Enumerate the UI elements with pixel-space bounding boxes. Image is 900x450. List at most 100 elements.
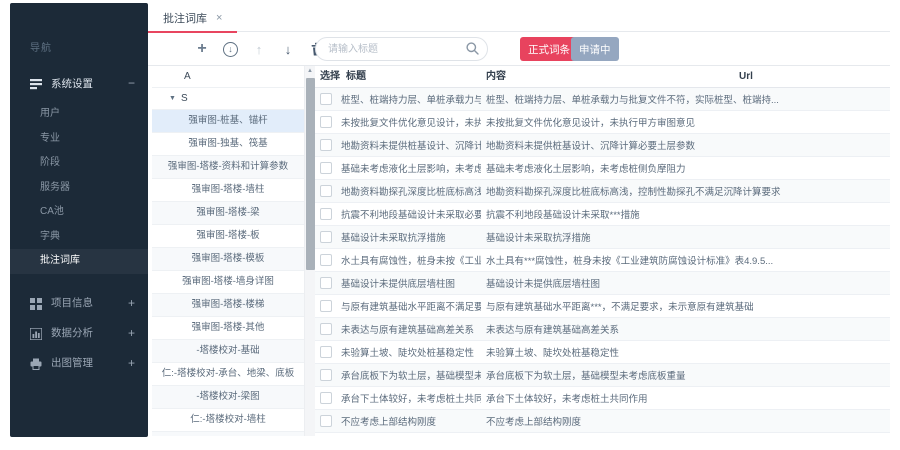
sidebar-subitem[interactable]: 专业 (10, 127, 148, 152)
sidebar-subitem[interactable]: 用户 (10, 102, 148, 127)
list-item[interactable]: 强审图-塔楼-楼梯 (152, 294, 304, 317)
table-row: 地勘资料勘探孔深度比桩底标高浅... 地勘资料勘探孔深度比桩底标高浅，控制性勘探… (315, 180, 890, 203)
column-header-title: 标题 (346, 66, 366, 88)
cell-content: 承台下土体较好，未考虑桩土共同作用 (481, 391, 830, 405)
scroll-up-icon[interactable]: ▲ (305, 66, 315, 77)
cell-title: 未按批复文件优化意见设计，未执... (341, 115, 481, 129)
list-item[interactable]: 强审图-塔楼-其他 (152, 317, 304, 340)
cell-title: 未表达与原有建筑基础高差关系 (341, 322, 481, 336)
list-item[interactable]: -塔楼校对-梁图 (152, 386, 304, 409)
cell-content: 桩型、桩端持力层、单桩承载力与批复文件不符，实际桩型、桩端持... (481, 92, 830, 106)
table-row: 承台下土体较好，未考虑桩土共同... 承台下土体较好，未考虑桩土共同作用 (315, 387, 890, 410)
download-icon[interactable]: ↓ (223, 42, 238, 57)
search-input[interactable] (315, 37, 488, 61)
row-checkbox[interactable] (320, 139, 332, 151)
sidebar-subitem[interactable]: 服务器 (10, 176, 148, 201)
cell-title: 基础设计未采取抗浮措施 (341, 230, 481, 244)
row-checkbox[interactable] (320, 300, 332, 312)
group-expanded-icon: ▼ (169, 88, 176, 110)
main-content: 批注词库 × + ↓ ↑ ↓ 正式词条 申请中 (148, 3, 890, 437)
list-item[interactable]: 仁:-塔楼校对-墙柱 (152, 409, 304, 432)
list-item[interactable]: 仁:-塔楼校对-承台、地梁、底板 (152, 363, 304, 386)
app-window: 导航 系统设置 − 用户专业阶段服务器CA池字典批注词库 项目信息 + (0, 0, 900, 450)
table-row: 基础未考虑液化土层影响，未考虑... 基础未考虑液化土层影响，未考虑桩侧负摩阻力 (315, 157, 890, 180)
row-checkbox[interactable] (320, 116, 332, 128)
cell-content: 未表达与原有建筑基础高差关系 (481, 322, 830, 336)
list-item[interactable]: 强审图-桩基、锚杆 (152, 110, 304, 133)
table-row: 未验算土坡、陡坎处桩基稳定性 未验算土坡、陡坎处桩基稳定性 (315, 341, 890, 364)
sidebar-subitem[interactable]: CA池 (10, 200, 148, 225)
collapse-icon[interactable]: − (128, 76, 135, 90)
list-item[interactable]: 强审图-塔楼-墙柱 (152, 179, 304, 202)
printer-icon (30, 357, 42, 369)
grid-icon (30, 297, 42, 309)
list-group-a[interactable]: A (152, 66, 304, 88)
formal-entries-button[interactable]: 正式词条 (520, 37, 578, 61)
row-checkbox[interactable] (320, 162, 332, 174)
tab-annotation-lexicon[interactable]: 批注词库 × (148, 3, 237, 32)
table-row: 水土具有腐蚀性，桩身未按《工业... 水土具有***腐蚀性，桩身未按《工业建筑防… (315, 249, 890, 272)
expand-icon[interactable]: + (128, 356, 135, 370)
list-group-s[interactable]: ▼S (152, 88, 304, 110)
list-item[interactable]: 强审图-塔楼-模板 (152, 248, 304, 271)
row-checkbox[interactable] (320, 392, 332, 404)
cell-content: 地勘资料勘探孔深度比桩底标高浅，控制性勘探孔不满足沉降计算要求 (481, 184, 830, 198)
row-checkbox[interactable] (320, 254, 332, 266)
list-item[interactable]: 强审图-塔楼-板 (152, 225, 304, 248)
sidebar-section-label: 出图管理 (51, 355, 128, 370)
cell-content: 地勘资料未提供桩基设计、沉降计算必要土层参数 (481, 138, 830, 152)
cell-title: 桩型、桩端持力层、单桩承载力与... (341, 92, 481, 106)
cell-title: 地勘资料未提供桩基设计、沉降计... (341, 138, 481, 152)
sidebar-section-project-info[interactable]: 项目信息 + (10, 288, 148, 318)
cell-title: 承台底板下为软土层，基础模型未... (341, 368, 481, 382)
row-checkbox[interactable] (320, 93, 332, 105)
toolbar: + ↓ ↑ ↓ 正式词条 申请中 (148, 32, 890, 66)
search-icon[interactable] (466, 42, 479, 55)
list-item[interactable]: 强审图-塔楼-梁 (152, 202, 304, 225)
sidebar-submenu: 用户专业阶段服务器CA池字典批注词库 (10, 98, 148, 280)
cell-title: 不应考虑上部结构刚度 (341, 414, 481, 428)
table-header: 选择 标题 内容 Url (315, 66, 890, 88)
cell-title: 水土具有腐蚀性，桩身未按《工业... (341, 253, 481, 267)
sidebar-subitem[interactable]: 批注词库 (10, 249, 148, 274)
row-checkbox[interactable] (320, 369, 332, 381)
toolbar-icon-group: + ↓ ↑ ↓ (194, 32, 325, 66)
cell-content: 基础未考虑液化土层影响，未考虑桩侧负摩阻力 (481, 161, 830, 175)
expand-icon[interactable]: + (128, 326, 135, 340)
row-checkbox[interactable] (320, 277, 332, 289)
tab-close-icon[interactable]: × (216, 12, 222, 24)
chart-icon (30, 327, 42, 339)
list-item[interactable]: 强审图-独基、筏基 (152, 133, 304, 156)
menu-icon (30, 77, 42, 89)
row-checkbox[interactable] (320, 185, 332, 197)
pending-button[interactable]: 申请中 (571, 37, 619, 61)
move-up-icon[interactable]: ↑ (251, 41, 267, 57)
list-item[interactable]: 强审图-塔楼-墙身详图 (152, 271, 304, 294)
sidebar-subitem[interactable]: 字典 (10, 225, 148, 250)
column-header-content: 内容 (486, 66, 506, 88)
cell-title: 基础未考虑液化土层影响，未考虑... (341, 161, 481, 175)
sidebar-section-system-settings[interactable]: 系统设置 − (10, 68, 148, 98)
row-checkbox[interactable] (320, 231, 332, 243)
cell-content: 未验算土坡、陡坎处桩基稳定性 (481, 345, 830, 359)
row-checkbox[interactable] (320, 415, 332, 427)
scrollbar-thumb[interactable] (306, 78, 315, 270)
row-checkbox[interactable] (320, 208, 332, 220)
cell-content: 基础设计未采取抗浮措施 (481, 230, 830, 244)
row-checkbox[interactable] (320, 346, 332, 358)
sidebar-subitem[interactable]: 阶段 (10, 151, 148, 176)
expand-icon[interactable]: + (128, 296, 135, 310)
list-item[interactable]: 强审图-塔楼-资料和计算参数 (152, 156, 304, 179)
add-icon[interactable]: + (194, 41, 210, 57)
table-row: 与原有建筑基础水平距离不满足要... 与原有建筑基础水平距离***，不满足要求，… (315, 295, 890, 318)
sidebar-section-data-analysis[interactable]: 数据分析 + (10, 318, 148, 348)
list-scrollbar[interactable]: ▲ (304, 66, 315, 436)
sidebar-section-drawing-management[interactable]: 出图管理 + (10, 348, 148, 378)
cell-content: 未按批复文件优化意见设计，未执行甲方审图意见 (481, 115, 830, 129)
tab-bar: 批注词库 × (148, 3, 890, 32)
list-item[interactable]: -塔楼校对-楼梯 (152, 432, 304, 436)
move-down-icon[interactable]: ↓ (280, 41, 296, 57)
list-item[interactable]: -塔楼校对-基础 (152, 340, 304, 363)
content-body: A ▼S 强审图-桩基、锚杆强审图-独基、筏基强审图-塔楼-资料和计算参数强审图… (148, 66, 890, 436)
row-checkbox[interactable] (320, 323, 332, 335)
